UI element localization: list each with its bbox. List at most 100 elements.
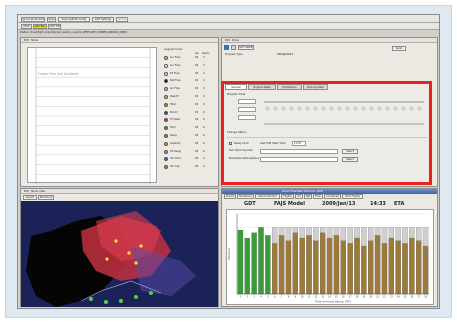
demand-bar: [244, 237, 250, 295]
legend-sel-value[interactable]: XS: [195, 142, 198, 145]
airport-marker[interactable]: [114, 239, 118, 243]
program-date: 2009/JAN/13: [277, 53, 294, 56]
demand-bar: [388, 237, 394, 295]
legend-sector-value[interactable]: 6: [203, 150, 205, 153]
menu-edit[interactable]: Edit: [24, 39, 29, 42]
map-menu-edit[interactable]: Edit: [24, 190, 29, 193]
legend-sel-value[interactable]: XS: [195, 165, 198, 168]
legend-sel-value[interactable]: XS: [195, 72, 198, 75]
legend-sel-value[interactable]: XS: [195, 103, 198, 106]
legend-panel: Legend Color Sel Sector Loc Flow XS 3 Loc F…: [161, 47, 217, 177]
demand-bar: [306, 235, 312, 295]
legend-sel-value[interactable]: XS: [195, 150, 198, 153]
chart-tab-combined[interactable]: Combined: [324, 194, 341, 199]
x-tick-label: 8: [288, 296, 290, 299]
ignore-button[interactable]: Ignore: [116, 17, 128, 22]
chart-tab-arr[interactable]: Arr: [295, 194, 303, 199]
legend-swatch: [164, 79, 168, 84]
legend-sel-value[interactable]: XS: [195, 87, 198, 90]
legend-swatch: [164, 63, 168, 68]
tab-vrd-tib[interactable]: VRD TIB: [48, 24, 61, 29]
legend-sector-value[interactable]: 6: [203, 95, 205, 98]
x-tick-label: 6: [274, 296, 276, 299]
legend-sector-value[interactable]: 6: [203, 165, 205, 168]
legend-sector-value[interactable]: 4: [203, 79, 205, 82]
chart-tab-flow[interactable]: Flow: [313, 194, 323, 199]
legend-sector-value[interactable]: 6: [203, 157, 205, 160]
legend-sector-value[interactable]: 6: [203, 126, 205, 129]
legend-swatch: [164, 110, 168, 115]
demand-bar-chart[interactable]: 1 2 3 4 5 6 7 8 9 10 11 12 13 14 15 16 17 18 19 20 21 22 23 24 2…: [227, 210, 433, 304]
x-tick-label: 16: [342, 296, 345, 299]
legend-label: Total: [170, 102, 176, 106]
legend-sector-value[interactable]: 6: [203, 134, 205, 137]
legend-swatch: [164, 149, 168, 154]
chart-tab-dpt[interactable]: Dpt: [304, 194, 312, 199]
ignore-route-edit-button[interactable]: Ignore Route Edit: [21, 17, 45, 22]
legend-sector-value[interactable]: 6: [203, 103, 205, 106]
fix-marker[interactable]: [104, 300, 108, 304]
demand-bar: [416, 240, 422, 295]
demand-bar: [361, 245, 367, 295]
legend-sector-value[interactable]: 6: [203, 142, 205, 145]
save-button[interactable]: Save: [47, 17, 56, 22]
x-tick-label: 12: [314, 296, 317, 299]
chart-tab-airport[interactable]: Airport: [224, 194, 236, 199]
legend-label: Loc Flow: [170, 56, 181, 59]
legend-sel-value[interactable]: XS: [195, 111, 198, 114]
chart-tab-monitored[interactable]: Monitored: [237, 194, 254, 199]
fix-marker[interactable]: [119, 299, 123, 303]
legend-sector-value[interactable]: 6: [203, 111, 205, 114]
airport-marker[interactable]: [139, 244, 143, 248]
program-menubar: Edit Show: [222, 38, 437, 43]
send-button[interactable]: Send: [392, 46, 406, 51]
demand-bar: [374, 235, 381, 295]
airport-marker[interactable]: [127, 251, 131, 255]
sector-map[interactable]: [21, 201, 218, 307]
legend-sel-value[interactable]: XS: [195, 126, 198, 129]
legend-sel-value[interactable]: XS: [195, 157, 198, 160]
chart-tab-airport-monitor[interactable]: Airport Monitor: [255, 194, 280, 199]
open-icon[interactable]: [231, 45, 236, 50]
legend-sel-value[interactable]: XS: [195, 134, 198, 137]
legend-sector-value[interactable]: 3: [203, 64, 205, 67]
program-menu-edit[interactable]: Edit: [225, 39, 230, 42]
demand-bar: [285, 240, 292, 295]
x-axis-label: Time of Arrival (Hours, UTC): [315, 300, 351, 304]
fix-marker[interactable]: [149, 291, 153, 295]
tab-sea-tac[interactable]: SEA-TAC: [33, 24, 47, 29]
legend-sel-value[interactable]: XS: [195, 56, 198, 59]
x-tick-label: 5: [267, 296, 269, 299]
airport-marker[interactable]: [134, 261, 138, 265]
fix-marker[interactable]: [89, 297, 93, 301]
airport-tab-bar: PEAK SEA-TAC VRD TIB: [18, 23, 439, 30]
flow-rise-placeholder: Flower Rise Not Available: [38, 72, 79, 76]
legend-sel-value[interactable]: XS: [195, 79, 198, 82]
map-menu-view[interactable]: View: [39, 190, 45, 193]
qdt-settings-button[interactable]: QDT Settings: [92, 17, 114, 22]
chart-header-time: 14:33: [370, 201, 386, 207]
program-menu-show[interactable]: Show: [232, 39, 239, 42]
map-tab-airport[interactable]: Airport: [23, 195, 37, 200]
chart-tab-flights[interactable]: Flights: [281, 194, 294, 199]
legend-sel-value[interactable]: XS: [195, 118, 198, 121]
legend-sel-value[interactable]: XS: [195, 64, 198, 67]
legend-sector-value[interactable]: 4: [203, 87, 205, 90]
airport-marker[interactable]: [105, 257, 109, 261]
legend-swatch: [164, 126, 168, 131]
chart-tab-hold-flights[interactable]: Hold Flights: [342, 194, 363, 199]
refresh-icon[interactable]: [224, 45, 229, 50]
legend-sel-value[interactable]: XS: [195, 95, 198, 98]
map-menu-show[interactable]: Show: [31, 190, 38, 193]
legend-sector-value[interactable]: 3: [203, 56, 205, 59]
menu-show[interactable]: Show: [31, 39, 38, 42]
tab-peak[interactable]: PEAK: [21, 24, 32, 29]
legend-sector-value[interactable]: 6: [203, 118, 205, 121]
demand-bar: [333, 235, 340, 295]
program-type-select[interactable]: GDT MODE: [238, 45, 254, 50]
fix-marker[interactable]: [134, 295, 138, 299]
legend-sector-value[interactable]: 4: [203, 72, 205, 75]
map-tab-monitored[interactable]: Monitored: [38, 195, 54, 200]
save-as-config-button[interactable]: Save As/Edit Config: [58, 17, 90, 22]
legend-swatch: [164, 102, 168, 107]
